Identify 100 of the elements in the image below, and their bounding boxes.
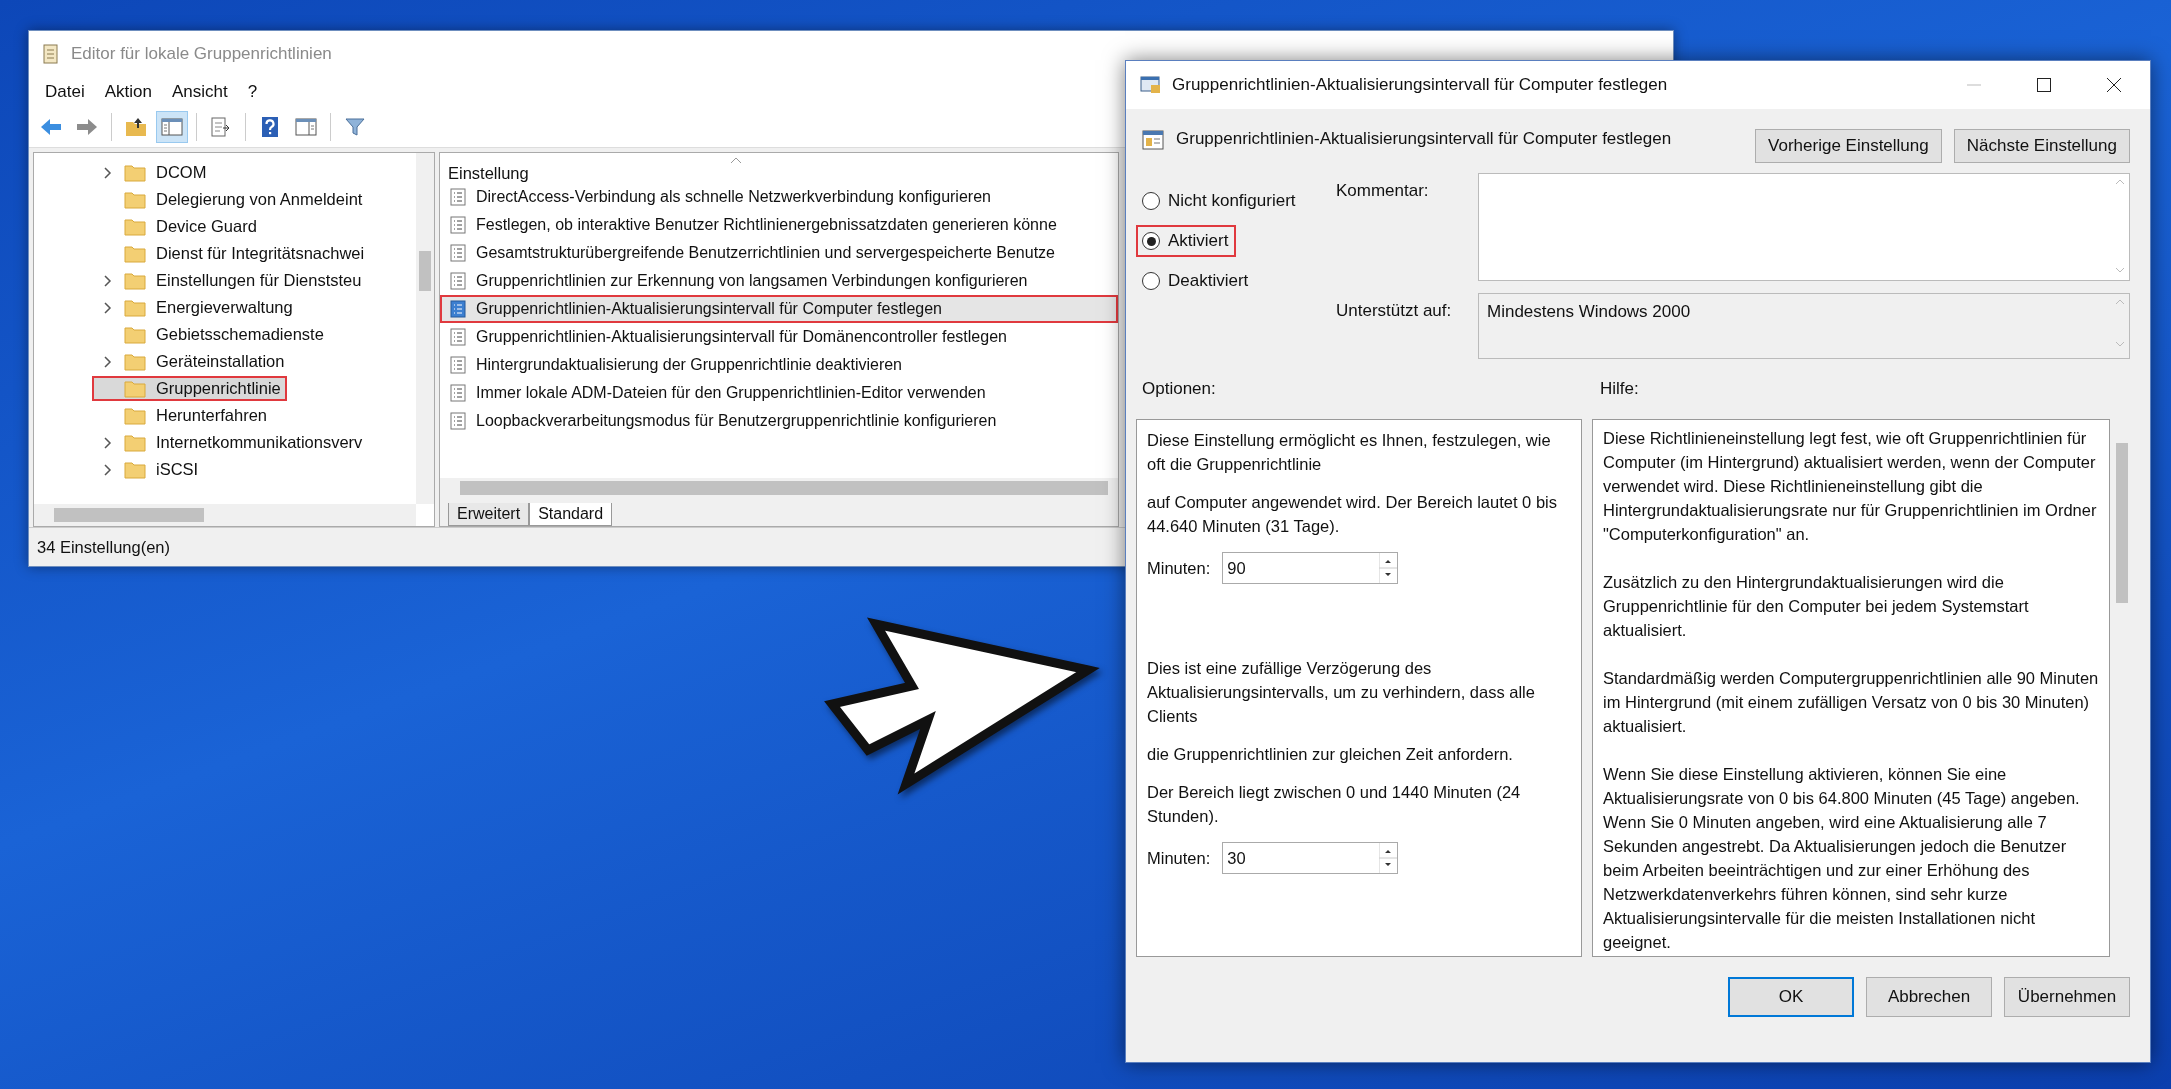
menu-item[interactable]: ? [237, 82, 268, 102]
option-description: Diese Einstellung ermöglicht es Ihnen, festzulegen, wie oft die Gruppenrichtlinie [1147, 430, 1552, 475]
spin-field[interactable]: 30 [1222, 842, 1399, 874]
chevron-icon[interactable] [104, 301, 112, 314]
spin-field[interactable]: 90 [1222, 552, 1399, 584]
setting-title: Gruppenrichtlinien-Aktualisierungsintervall für Computer festlegen [1176, 129, 1673, 149]
folder-icon [124, 116, 148, 138]
tree-item[interactable]: Dienst für Integritätsnachwei [92, 241, 371, 266]
scrollbar[interactable] [416, 153, 434, 504]
folder-icon [124, 460, 146, 479]
tree-item[interactable]: Internetkommunikationsverv [92, 430, 369, 455]
folder-icon [124, 271, 146, 290]
close-icon[interactable] [2106, 77, 2122, 93]
policy-icon [450, 384, 466, 402]
nav-button[interactable]: Nächste Einstellung [1953, 129, 2130, 163]
list-item[interactable]: DirectAccess-Verbindung als schnelle Netzwerkverbindung konfigurieren [440, 183, 1118, 211]
policy-icon [450, 328, 466, 346]
policy-window-icon [1140, 75, 1162, 95]
radio-button[interactable]: Deaktiviert [1136, 265, 1257, 297]
option-description: auf Computer angewendet wird. Der Bereich lautet 0 bis 44.640 Minuten (31 Tage). [1147, 492, 1558, 537]
nav-button[interactable]: Vorherige Einstellung [1755, 129, 1942, 163]
scrollbar[interactable] [34, 504, 416, 526]
menu-item[interactable]: Datei [35, 82, 95, 102]
list-item[interactable]: Gesamtstrukturübergreifende Benutzerrichtlinien und servergespeicherte Benutze [440, 239, 1118, 267]
list-item[interactable]: Gruppenrichtlinien zur Erkennung von langsamen Verbindungen konfigurieren [440, 267, 1118, 295]
spin-arrows-icon[interactable] [1379, 553, 1398, 583]
policy-icon [450, 356, 466, 374]
tree-item[interactable]: Delegierung von Anmeldeint [92, 187, 369, 212]
policy-icon [450, 412, 466, 430]
policy-icon [450, 216, 466, 234]
supported-label: Unterstützt auf: [1336, 300, 1453, 322]
dialog-button[interactable]: Übernehmen [2004, 977, 2130, 1017]
dialog-button[interactable]: Abbrechen [1866, 977, 1992, 1017]
folder-icon [124, 244, 146, 263]
help-label: Hilfe: [1600, 379, 1639, 399]
tree-item[interactable]: Energieverwaltung [92, 295, 299, 320]
back-arrow-icon [39, 117, 63, 137]
list-item[interactable]: Gruppenrichtlinien-Aktualisierungsintervall für Domänencontroller festlegen [440, 323, 1118, 351]
folder-icon [124, 379, 146, 398]
forward-arrow-icon [75, 117, 99, 137]
help-text: Standardmäßig werden Computergruppenrichtlinien alle 90 Minuten im Hintergrund (mit einem zufälligen Versatz von 0 bis 30 Minuten) aktualisiert. [1603, 668, 2099, 737]
window-title: Gruppenrichtlinien-Aktualisierungsintervall für Computer festlegen [1172, 75, 1669, 95]
tree-item[interactable]: Device Guard [92, 214, 263, 239]
radio-button[interactable]: Aktiviert [1136, 225, 1237, 257]
folder-icon [124, 325, 146, 344]
tree-item[interactable]: Geräteinstallation [92, 349, 291, 374]
tree-item[interactable]: iSCSI [92, 457, 205, 482]
policy-icon [450, 244, 466, 262]
radio-button[interactable]: Nicht konfiguriert [1136, 185, 1304, 217]
tree-item[interactable]: Herunterfahren [92, 403, 273, 428]
options-label: Optionen: [1142, 379, 1217, 399]
option-description: Der Bereich liegt zwischen 0 und 1440 Minuten (24 Stunden). [1147, 782, 1522, 827]
help-text: Wenn Sie diese Einstellung aktivieren, können Sie eine Aktualisierungsrate von 0 bis 64.800 Minuten (45 Tage) angeben. Wenn Sie 0 Minuten angeben, wird eine Aktualisierung alle 7 Sekunden angestrebt. Da Aktualisierungen jedoch die Benutzer beim Arbeiten beeinträchtigen und zur einer Erhöhung des Netzwerkdatenverkehrs führen können, sind sehr kurze Aktualisierungsintervalle für die meisten Installationen nicht geeignet. [1603, 764, 2081, 953]
scrollbar[interactable] [440, 478, 1118, 498]
folder-icon [124, 298, 146, 317]
folder-icon [124, 433, 146, 452]
comment-label: Kommentar: [1336, 180, 1430, 202]
menu-item[interactable]: Aktion [94, 82, 162, 102]
list-item[interactable]: Loopbackverarbeitungsmodus für Benutzergruppenrichtlinie konfigurieren [440, 407, 1118, 435]
chevron-icon[interactable] [104, 274, 112, 287]
properties-icon [294, 117, 318, 137]
chevron-icon[interactable] [104, 463, 112, 476]
tab[interactable]: Standard [529, 503, 613, 526]
folder-icon [124, 406, 146, 425]
comment-field[interactable] [1478, 173, 2130, 281]
folder-icon [124, 352, 146, 371]
spin-arrows-icon[interactable] [1379, 843, 1398, 873]
window-title: Editor für lokale Gruppenrichtlinien [71, 44, 332, 64]
list-item[interactable]: Festlegen, ob interaktive Benutzer Richtlinienergebnissatzdaten generieren könne [440, 211, 1118, 239]
chevron-icon[interactable] [104, 436, 112, 449]
option-description: die Gruppenrichtlinien zur gleichen Zeit anfordern. [1147, 744, 1514, 765]
chevron-icon[interactable] [104, 355, 112, 368]
column-header[interactable]: Einstellung [448, 164, 529, 183]
scroll-icon [41, 43, 61, 65]
supported-field: Mindestens Windows 2000 [1478, 293, 2130, 359]
policy-window-icon [1142, 129, 1164, 151]
list-item[interactable]: Immer lokale ADM-Dateien für den Gruppenrichtlinien-Editor verwenden [440, 379, 1118, 407]
menu-item[interactable]: Ansicht [161, 82, 238, 102]
spin-label: Minuten: [1147, 848, 1211, 868]
policy-icon [450, 300, 466, 318]
status-text: 34 Einstellung(en) [37, 537, 170, 557]
spin-label: Minuten: [1147, 558, 1211, 578]
tree-item[interactable]: DCOM [92, 160, 213, 185]
list-item[interactable]: Gruppenrichtlinien-Aktualisierungsintervall für Computer festlegen [440, 295, 1118, 323]
dialog-button[interactable]: OK [1728, 977, 1854, 1017]
help-text: Diese Richtlinieneinstellung legt fest, wie oft Gruppenrichtlinien für Computer (im Hintergrund) aktualisiert werden, wenn der Computer verwendet wird. Diese Richtlinieneinstellung gibt die Hintergrundaktualisierungsrate nur für Gruppenrichtlinien im Ordner "Computerkonfiguration" an. [1603, 428, 2098, 545]
tree-item[interactable]: Gruppenrichtlinie [92, 376, 287, 401]
help-text: Zusätzlich zu den Hintergrundaktualisierungen wird die Gruppenrichtlinie für den Computer bei jedem Systemstart aktualisiert. [1603, 572, 2030, 641]
option-description: Dies ist eine zufällige Verzögerung des Aktualisierungsintervalls, um zu verhindern, dass alle Clients [1147, 658, 1536, 727]
tree-item[interactable]: Gebietsschemadienste [92, 322, 330, 347]
policy-icon [450, 188, 466, 206]
help-icon [260, 116, 280, 138]
tab[interactable]: Erweitert [448, 503, 530, 526]
tree-item[interactable]: Einstellungen für Dienststeu [92, 268, 368, 293]
panel-icon [160, 117, 184, 137]
maximize-icon[interactable] [2036, 77, 2052, 93]
policy-icon [450, 272, 466, 290]
list-item[interactable]: Hintergrundaktualisierung der Gruppenrichtlinie deaktivieren [440, 351, 1118, 379]
filter-icon [344, 116, 366, 138]
chevron-icon[interactable] [104, 166, 112, 179]
